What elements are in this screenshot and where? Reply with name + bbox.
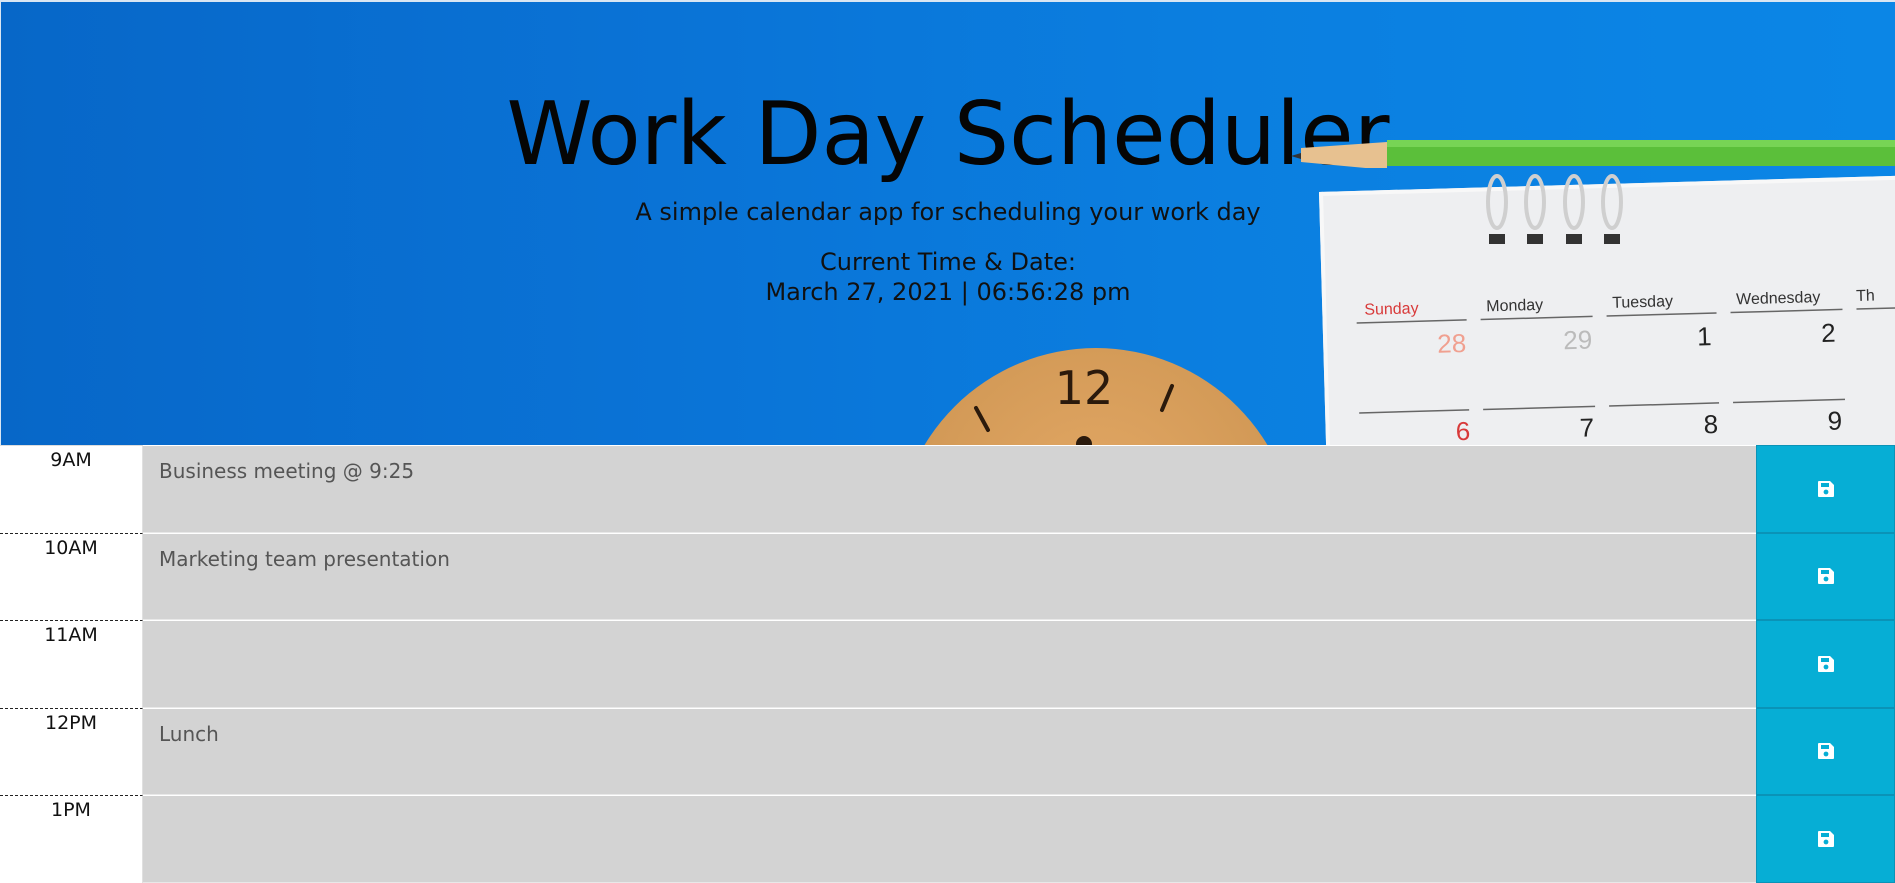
calendar-date: 6: [1455, 416, 1470, 445]
calendar-date: 29: [1563, 324, 1593, 355]
calendar-date: 28: [1437, 328, 1467, 359]
floppy-disk-icon: [1817, 480, 1834, 497]
hour-label: 11AM: [0, 620, 143, 708]
save-button[interactable]: [1756, 445, 1895, 533]
clock-numeral: 12: [1055, 361, 1114, 415]
clock-image: 12: [896, 348, 1296, 445]
time-block: 9AM Business meeting @ 9:25: [0, 445, 1895, 533]
time-block: 12PM Lunch: [0, 707, 1895, 795]
hero-banner: 12 Sunday Monday Tuesday Wednesday Th 28…: [0, 0, 1895, 445]
time-block: 1PM: [0, 795, 1895, 883]
event-textarea[interactable]: Marketing team presentation: [143, 532, 1756, 620]
floppy-disk-icon: [1817, 830, 1834, 847]
calendar-date: 8: [1703, 409, 1718, 439]
save-button[interactable]: [1756, 620, 1895, 708]
schedule-list: 9AM Business meeting @ 9:25 10AM Marketi…: [0, 445, 1895, 883]
page-title: Work Day Scheduler: [506, 83, 1390, 185]
pencil-image: [1291, 140, 1895, 168]
calendar-date: 1: [1697, 321, 1712, 351]
calendar-date: 7: [1579, 412, 1594, 442]
time-block: 11AM: [0, 620, 1895, 708]
save-button[interactable]: [1756, 532, 1895, 620]
floppy-disk-icon: [1817, 743, 1834, 760]
save-button[interactable]: [1756, 795, 1895, 883]
hour-label: 12PM: [0, 707, 143, 795]
hour-label: 1PM: [0, 795, 143, 883]
hour-label: 10AM: [0, 532, 143, 620]
time-block: 10AM Marketing team presentation: [0, 532, 1895, 620]
event-textarea[interactable]: [143, 795, 1756, 883]
hour-label: 9AM: [0, 445, 143, 533]
event-textarea[interactable]: Lunch: [143, 707, 1756, 795]
event-textarea[interactable]: [143, 620, 1756, 708]
floppy-disk-icon: [1817, 568, 1834, 585]
event-textarea[interactable]: Business meeting @ 9:25: [143, 445, 1756, 533]
calendar-date: 2: [1821, 318, 1836, 348]
calendar-date: 9: [1827, 405, 1842, 435]
calendar-rings: [1486, 174, 1623, 244]
floppy-disk-icon: [1817, 655, 1834, 672]
save-button[interactable]: [1756, 707, 1895, 795]
current-time-value: March 27, 2021 | 06:56:28 pm: [765, 278, 1131, 306]
